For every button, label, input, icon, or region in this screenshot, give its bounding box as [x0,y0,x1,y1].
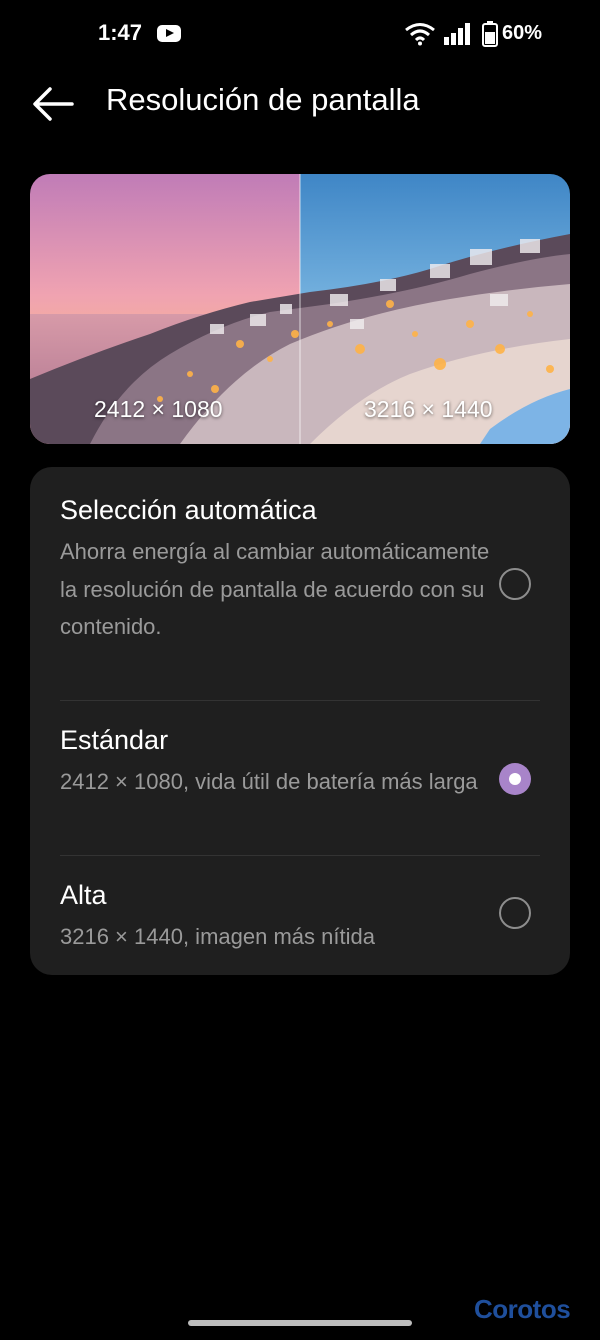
option-description: Ahorra energía al cambiar automáticament… [60,539,490,639]
radio-button-selected[interactable] [499,763,531,795]
status-time: 1:47 [98,20,143,45]
resolution-preview-image: 2412 × 1080 3216 × 1440 [30,174,570,444]
preview-label-high: 3216 × 1440 [364,396,493,422]
option-title: Estándar [60,725,169,755]
battery-percentage: 60% [502,22,543,44]
page-title: Resolución de pantalla [106,82,420,117]
status-bar: 1:47 60% [0,0,600,70]
radio-button[interactable] [499,568,531,600]
option-title: Selección automática [60,495,317,525]
gesture-navigation-handle[interactable] [188,1320,412,1326]
back-arrow-icon [33,87,74,121]
radio-button[interactable] [499,897,531,929]
option-automatic[interactable]: Selección automática Ahorra energía al c… [30,467,570,701]
watermark-logo: Corotos [474,1294,571,1324]
youtube-icon [157,25,181,42]
option-high[interactable]: Alta 3216 × 1440, imagen más nítida [30,856,570,975]
option-description: 3216 × 1440, imagen más nítida [60,924,375,949]
back-button[interactable] [30,84,76,124]
option-standard[interactable]: Estándar 2412 × 1080, vida útil de bater… [30,701,570,856]
wifi-icon [405,23,435,46]
option-title: Alta [60,880,107,910]
signal-icon [444,23,470,45]
battery-icon [482,21,498,47]
preview-label-standard: 2412 × 1080 [94,396,223,422]
resolution-options-card: Selección automática Ahorra energía al c… [30,467,570,975]
option-description: 2412 × 1080, vida útil de batería más la… [60,769,478,794]
